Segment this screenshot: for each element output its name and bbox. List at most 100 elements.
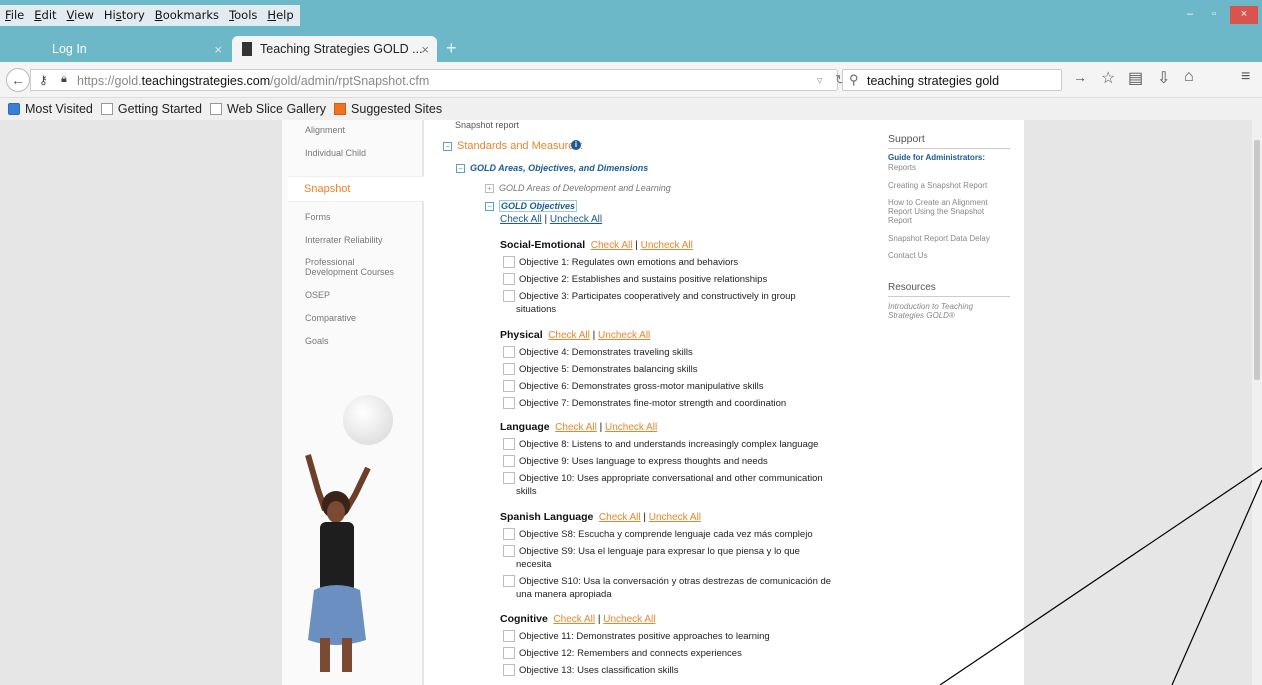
category-spanish-language: Spanish Language Check All | Uncheck All <box>500 511 701 523</box>
check-all-link[interactable]: Check All <box>591 240 633 251</box>
how-to-alignment-link-line3[interactable]: Report <box>888 216 912 225</box>
nav-interrater-reliability[interactable]: Interrater Reliability <box>305 235 383 245</box>
bookmarks-menu-icon[interactable]: ▤ <box>1128 68 1143 88</box>
search-go-arrow-icon[interactable]: → <box>1073 69 1087 85</box>
objective-label: Objective 3: Participates cooperatively … <box>519 291 796 302</box>
bookmark-web-slice-gallery[interactable]: Web Slice Gallery <box>209 102 326 116</box>
objective-checkbox[interactable] <box>503 647 515 659</box>
objective-checkbox[interactable] <box>503 256 515 268</box>
check-all-link[interactable]: Check All <box>555 422 597 433</box>
check-all-link[interactable]: Check All <box>599 512 641 523</box>
nav-individual-child[interactable]: Individual Child <box>305 148 366 158</box>
collapse-icon[interactable]: − <box>485 202 494 211</box>
page-icon <box>100 103 113 115</box>
nav-comparative[interactable]: Comparative <box>305 313 356 323</box>
uncheck-all-link[interactable]: Uncheck All <box>603 614 655 625</box>
objective-label: Objective 5: Demonstrates balancing skil… <box>519 364 698 375</box>
check-all-link[interactable]: Check All <box>553 614 595 625</box>
objective-checkbox[interactable] <box>503 273 515 285</box>
info-icon[interactable]: i <box>571 140 581 150</box>
nav-alignment[interactable]: Alignment <box>305 125 345 135</box>
uncheck-all-link[interactable]: Uncheck All <box>550 214 602 225</box>
gold-areas-objectives-dimensions[interactable]: GOLD Areas, Objectives, and Dimensions <box>470 163 648 173</box>
url-text[interactable]: https://gold.teachingstrategies.com/gold… <box>77 74 429 88</box>
objective-label: Objective 1: Regulates own emotions and … <box>519 257 739 268</box>
objective-checkbox[interactable] <box>503 397 515 409</box>
check-all-link[interactable]: Check All <box>548 330 590 341</box>
how-to-alignment-link-line1[interactable]: How to Create an Alignment <box>888 198 988 207</box>
contact-us-link[interactable]: Contact Us <box>888 251 928 260</box>
objective-checkbox[interactable] <box>503 472 515 484</box>
home-icon[interactable]: ⌂ <box>1184 68 1194 86</box>
check-all-link[interactable]: Check All <box>500 214 542 225</box>
objective-label: skills <box>516 486 537 497</box>
tab-teaching-strategies-gold[interactable]: Teaching Strategies GOLD ... × <box>232 36 437 62</box>
close-tab-icon[interactable]: × <box>421 42 429 57</box>
back-arrow-icon[interactable]: ← <box>6 68 30 92</box>
data-delay-link[interactable]: Snapshot Report Data Delay <box>888 234 990 243</box>
collapse-icon[interactable]: − <box>456 164 465 173</box>
bookmark-most-visited[interactable]: Most Visited <box>8 102 93 116</box>
identity-key-icon[interactable]: ⚷ <box>39 73 48 87</box>
nav-goals[interactable]: Goals <box>305 336 329 346</box>
objective-checkbox[interactable] <box>503 575 515 587</box>
objective-label: Objective 6: Demonstrates gross-motor ma… <box>519 381 764 392</box>
menu-history[interactable]: History <box>99 8 150 22</box>
objective-checkbox[interactable] <box>503 438 515 450</box>
nav-snapshot[interactable]: Snapshot <box>304 183 350 195</box>
menu-view[interactable]: View <box>62 8 99 22</box>
menu-tools[interactable]: Tools <box>224 8 262 22</box>
objective-checkbox[interactable] <box>503 545 515 557</box>
nav-osep[interactable]: OSEP <box>305 290 330 300</box>
objective-checkbox[interactable] <box>503 346 515 358</box>
objective-checkbox[interactable] <box>503 455 515 467</box>
menu-edit[interactable]: Edit <box>29 8 61 22</box>
close-tab-icon[interactable]: × <box>214 42 222 57</box>
menu-bookmarks[interactable]: Bookmarks <box>150 8 224 22</box>
guide-for-administrators-link[interactable]: Guide for Administrators: <box>888 153 985 162</box>
url-bar[interactable]: ⚷ 🔒︎ https://gold.teachingstrategies.com… <box>30 69 846 91</box>
gold-areas-of-development[interactable]: GOLD Areas of Development and Learning <box>499 183 671 193</box>
objective-checkbox[interactable] <box>503 664 515 676</box>
uncheck-all-link[interactable]: Uncheck All <box>605 422 657 433</box>
bookmark-suggested-sites[interactable]: Suggested Sites <box>334 102 442 116</box>
objective-checkbox[interactable] <box>503 380 515 392</box>
objective-checkbox[interactable] <box>503 528 515 540</box>
suggested-sites-icon <box>334 103 347 115</box>
nav-forms[interactable]: Forms <box>305 212 331 222</box>
downloads-icon[interactable]: ⇩ <box>1157 68 1170 88</box>
minimize-button[interactable]: – <box>1180 6 1200 24</box>
collapse-icon[interactable]: − <box>443 142 452 151</box>
uncheck-all-link[interactable]: Uncheck All <box>598 330 650 341</box>
reports-link[interactable]: Reports <box>888 163 916 172</box>
objective-checkbox[interactable] <box>503 363 515 375</box>
url-dropdown-icon[interactable]: ▿ <box>817 74 823 87</box>
expand-icon[interactable]: + <box>485 184 494 193</box>
category-check-links: Check All | Uncheck All <box>543 330 650 341</box>
nav-development-courses[interactable]: Development Courses <box>305 267 394 277</box>
nav-professional[interactable]: Professional <box>305 257 355 267</box>
open-menu-icon[interactable]: ≡ <box>1241 68 1250 86</box>
bookmark-label: Getting Started <box>117 102 202 116</box>
intro-link-line2[interactable]: Strategies GOLD® <box>888 311 955 320</box>
close-window-button[interactable]: × <box>1230 6 1258 24</box>
menu-file[interactable]: File <box>0 8 29 22</box>
bookmark-star-icon[interactable]: ☆ <box>1101 68 1115 88</box>
bookmark-getting-started[interactable]: Getting Started <box>100 102 202 116</box>
search-bar[interactable]: ⚲ teaching strategies gold <box>842 69 1062 91</box>
tab-log-in[interactable]: Log In × <box>10 36 232 62</box>
search-input[interactable]: teaching strategies gold <box>867 74 999 88</box>
new-tab-button[interactable]: + <box>446 38 457 59</box>
maximize-button[interactable]: ▫ <box>1202 6 1226 24</box>
objective-checkbox[interactable] <box>503 630 515 642</box>
how-to-alignment-link-line2[interactable]: Report Using the Snapshot <box>888 207 984 216</box>
objective-checkbox[interactable] <box>503 290 515 302</box>
category-title: Language <box>500 421 550 433</box>
gold-objectives[interactable]: GOLD Objectives <box>499 200 578 212</box>
scrollbar-thumb[interactable] <box>1254 140 1260 380</box>
uncheck-all-link[interactable]: Uncheck All <box>641 240 693 251</box>
uncheck-all-link[interactable]: Uncheck All <box>649 512 701 523</box>
creating-snapshot-report-link[interactable]: Creating a Snapshot Report <box>888 181 987 190</box>
menu-help[interactable]: Help <box>262 8 298 22</box>
intro-link-line1[interactable]: Introduction to Teaching <box>888 302 973 311</box>
